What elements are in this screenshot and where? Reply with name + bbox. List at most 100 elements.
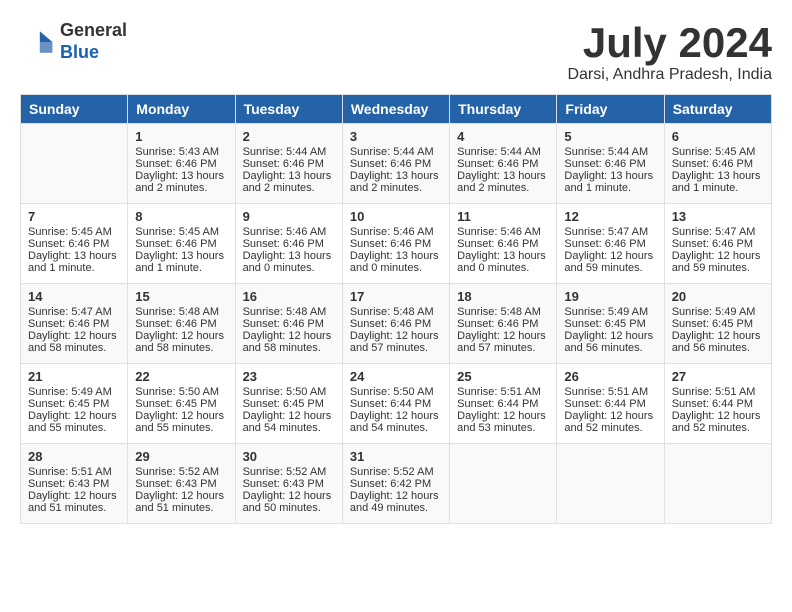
sunrise-text: Sunrise: 5:47 AM [28,306,120,318]
sunrise-text: Sunrise: 5:51 AM [28,466,120,478]
day-header-thursday: Thursday [450,95,557,124]
day-header-friday: Friday [557,95,664,124]
daylight-text: Daylight: 12 hours and 58 minutes. [135,330,227,354]
sunrise-text: Sunrise: 5:50 AM [350,386,442,398]
sunrise-text: Sunrise: 5:46 AM [457,226,549,238]
sunset-text: Sunset: 6:44 PM [457,398,549,410]
calendar-week-row: 14Sunrise: 5:47 AMSunset: 6:46 PMDayligh… [21,284,772,364]
sunrise-text: Sunrise: 5:45 AM [672,146,764,158]
sunrise-text: Sunrise: 5:44 AM [243,146,335,158]
sunrise-text: Sunrise: 5:52 AM [350,466,442,478]
title-block: July 2024 Darsi, Andhra Pradesh, India [567,20,772,84]
sunset-text: Sunset: 6:46 PM [350,158,442,170]
calendar-cell: 13Sunrise: 5:47 AMSunset: 6:46 PMDayligh… [664,204,771,284]
sunrise-text: Sunrise: 5:52 AM [243,466,335,478]
day-number: 17 [350,289,442,304]
daylight-text: Daylight: 12 hours and 52 minutes. [564,410,656,434]
sunset-text: Sunset: 6:46 PM [243,238,335,250]
day-number: 26 [564,369,656,384]
day-number: 25 [457,369,549,384]
calendar-cell: 17Sunrise: 5:48 AMSunset: 6:46 PMDayligh… [342,284,449,364]
sunrise-text: Sunrise: 5:44 AM [457,146,549,158]
calendar-cell: 7Sunrise: 5:45 AMSunset: 6:46 PMDaylight… [21,204,128,284]
calendar-cell: 18Sunrise: 5:48 AMSunset: 6:46 PMDayligh… [450,284,557,364]
day-number: 6 [672,129,764,144]
daylight-text: Daylight: 13 hours and 2 minutes. [457,170,549,194]
day-number: 14 [28,289,120,304]
calendar-cell: 26Sunrise: 5:51 AMSunset: 6:44 PMDayligh… [557,364,664,444]
sunrise-text: Sunrise: 5:50 AM [135,386,227,398]
month-title: July 2024 [567,20,772,66]
calendar-cell: 22 Sunrise: 5:50 AMSunset: 6:45 PMDayligh… [128,364,235,444]
daylight-text: Daylight: 12 hours and 58 minutes. [28,330,120,354]
calendar-cell [664,444,771,524]
day-number: 10 [350,209,442,224]
sunset-text: Sunset: 6:46 PM [243,158,335,170]
sunrise-text: Sunrise: 5:52 AM [135,466,227,478]
daylight-text: Daylight: 12 hours and 52 minutes. [672,410,764,434]
day-number: 15 [135,289,227,304]
day-header-monday: Monday [128,95,235,124]
calendar-cell: 30Sunrise: 5:52 AMSunset: 6:43 PMDayligh… [235,444,342,524]
day-number: 22 [135,369,227,384]
sunrise-text: Sunrise: 5:44 AM [564,146,656,158]
daylight-text: Daylight: 12 hours and 55 minutes. [28,410,120,434]
sunset-text: Sunset: 6:43 PM [243,478,335,490]
daylight-text: Daylight: 12 hours and 57 minutes. [350,330,442,354]
page-header: General Blue July 2024 Darsi, Andhra Pra… [20,20,772,84]
day-header-tuesday: Tuesday [235,95,342,124]
day-number: 29 [135,449,227,464]
calendar-table: SundayMondayTuesdayWednesdayThursdayFrid… [20,94,772,524]
sunrise-text: Sunrise: 5:48 AM [457,306,549,318]
day-number: 9 [243,209,335,224]
sunset-text: Sunset: 6:46 PM [135,318,227,330]
sunset-text: Sunset: 6:45 PM [135,398,227,410]
daylight-text: Daylight: 13 hours and 0 minutes. [350,250,442,274]
calendar-cell: 20Sunrise: 5:49 AMSunset: 6:45 PMDayligh… [664,284,771,364]
location: Darsi, Andhra Pradesh, India [567,66,772,84]
daylight-text: Daylight: 12 hours and 55 minutes. [135,410,227,434]
daylight-text: Daylight: 12 hours and 51 minutes. [28,490,120,514]
day-number: 2 [243,129,335,144]
day-header-wednesday: Wednesday [342,95,449,124]
calendar-cell: 31 Sunrise: 5:52 AMSunset: 6:42 PMDayligh… [342,444,449,524]
sunset-text: Sunset: 6:46 PM [243,318,335,330]
daylight-text: Daylight: 13 hours and 1 minute. [28,250,120,274]
calendar-cell: 21Sunrise: 5:49 AMSunset: 6:45 PMDayligh… [21,364,128,444]
calendar-cell: 25Sunrise: 5:51 AMSunset: 6:44 PMDayligh… [450,364,557,444]
day-number: 31 [350,449,442,464]
sunset-text: Sunset: 6:46 PM [457,158,549,170]
sunset-text: Sunset: 6:46 PM [672,158,764,170]
calendar-cell: 11Sunrise: 5:46 AMSunset: 6:46 PMDayligh… [450,204,557,284]
calendar-cell: 4 Sunrise: 5:44 AMSunset: 6:46 PMDaylight… [450,124,557,204]
day-number: 23 [243,369,335,384]
day-number: 30 [243,449,335,464]
daylight-text: Daylight: 12 hours and 58 minutes. [243,330,335,354]
day-number: 3 [350,129,442,144]
sunset-text: Sunset: 6:46 PM [28,318,120,330]
daylight-text: Daylight: 12 hours and 49 minutes. [350,490,442,514]
sunrise-text: Sunrise: 5:51 AM [672,386,764,398]
sunset-text: Sunset: 6:45 PM [564,318,656,330]
daylight-text: Daylight: 13 hours and 1 minute. [672,170,764,194]
sunset-text: Sunset: 6:46 PM [135,238,227,250]
logo-text: General Blue [60,20,127,63]
sunset-text: Sunset: 6:46 PM [564,238,656,250]
calendar-cell: 23Sunrise: 5:50 AMSunset: 6:45 PMDayligh… [235,364,342,444]
day-number: 4 [457,129,549,144]
sunset-text: Sunset: 6:43 PM [28,478,120,490]
daylight-text: Daylight: 12 hours and 51 minutes. [135,490,227,514]
day-number: 5 [564,129,656,144]
day-number: 24 [350,369,442,384]
calendar-cell [21,124,128,204]
daylight-text: Daylight: 12 hours and 57 minutes. [457,330,549,354]
day-number: 19 [564,289,656,304]
day-number: 11 [457,209,549,224]
calendar-cell: 10Sunrise: 5:46 AMSunset: 6:46 PMDayligh… [342,204,449,284]
sunset-text: Sunset: 6:45 PM [28,398,120,410]
sunset-text: Sunset: 6:45 PM [672,318,764,330]
sunset-text: Sunset: 6:42 PM [350,478,442,490]
calendar-cell: 9Sunrise: 5:46 AMSunset: 6:46 PMDaylight… [235,204,342,284]
calendar-cell: 1Sunrise: 5:43 AMSunset: 6:46 PMDaylight… [128,124,235,204]
daylight-text: Daylight: 12 hours and 56 minutes. [564,330,656,354]
